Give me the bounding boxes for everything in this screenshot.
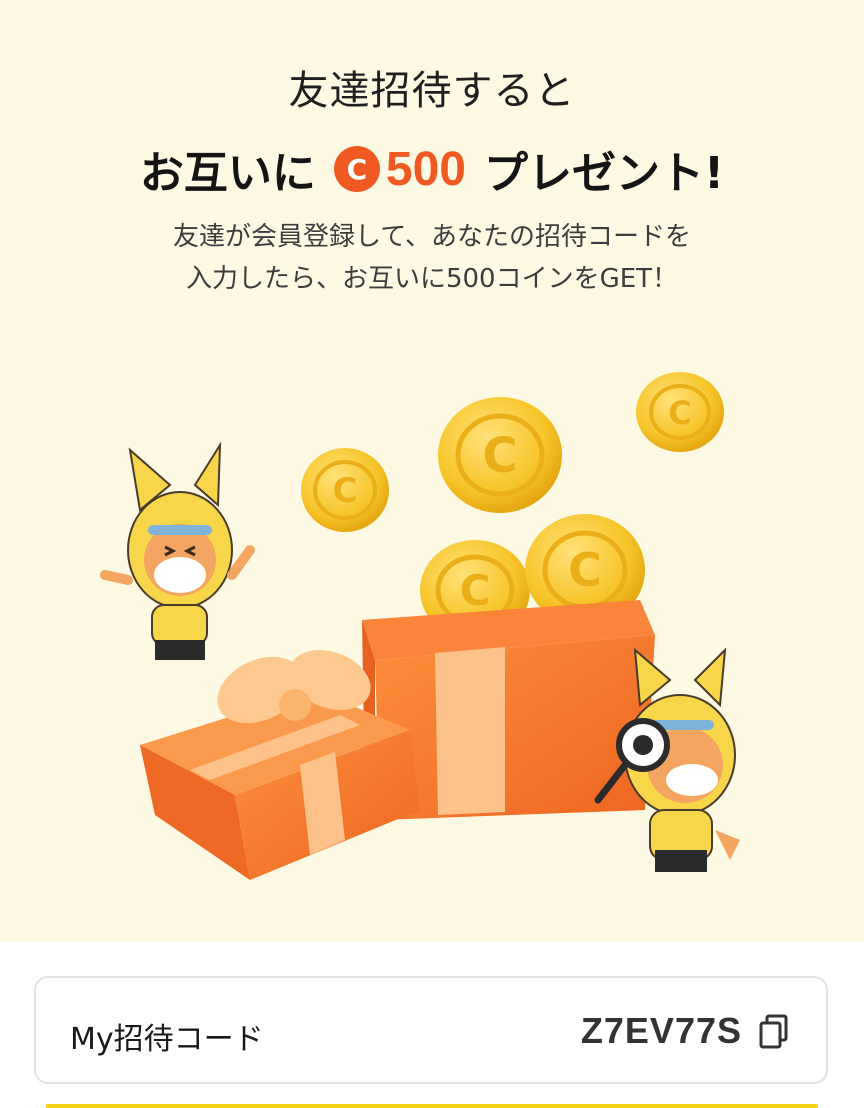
svg-text:C: C — [668, 394, 691, 432]
coin-icon: C — [438, 397, 562, 513]
headline-prefix: お互いに — [139, 148, 316, 199]
svg-text:C: C — [460, 566, 491, 615]
description: 友達が会員登録して、あなたの招待コードを 入力したら、お互いに500コインをGE… — [0, 216, 864, 300]
svg-text:C: C — [568, 543, 602, 597]
coin-icon: C — [636, 372, 724, 452]
reward-amount: 500 — [385, 142, 466, 196]
invite-code-label: My招待コード — [70, 1022, 264, 1057]
invite-code-card: My招待コード Z7EV77S — [34, 976, 828, 1084]
hero-section: 友達招待すると お互いに C 500 プレゼント! 友達が会員登録して、あなたの… — [0, 0, 864, 942]
invite-code-value[interactable]: Z7EV77S — [581, 1010, 742, 1052]
bottom-action-bar-edge — [46, 1104, 818, 1108]
svg-text:C: C — [333, 471, 358, 511]
copy-icon[interactable] — [758, 1014, 790, 1050]
fox-mascot-left — [100, 441, 255, 660]
svg-text:C: C — [482, 428, 517, 484]
coin-icon: C — [301, 448, 389, 532]
headline-line-2: お互いに C 500 プレゼント! — [0, 137, 864, 201]
description-line-2: 入力したら、お互いに500コインをGET！ — [185, 264, 679, 294]
headline-line-1: 友達招待すると — [288, 68, 576, 114]
coin-symbol: C — [346, 152, 368, 186]
description-line-1: 友達が会員登録して、あなたの招待コードを — [173, 222, 691, 252]
headline-suffix: プレゼント! — [484, 148, 725, 199]
coin-icon: C — [333, 146, 380, 192]
gift-coins-illustration: C C C C C — [100, 372, 740, 880]
